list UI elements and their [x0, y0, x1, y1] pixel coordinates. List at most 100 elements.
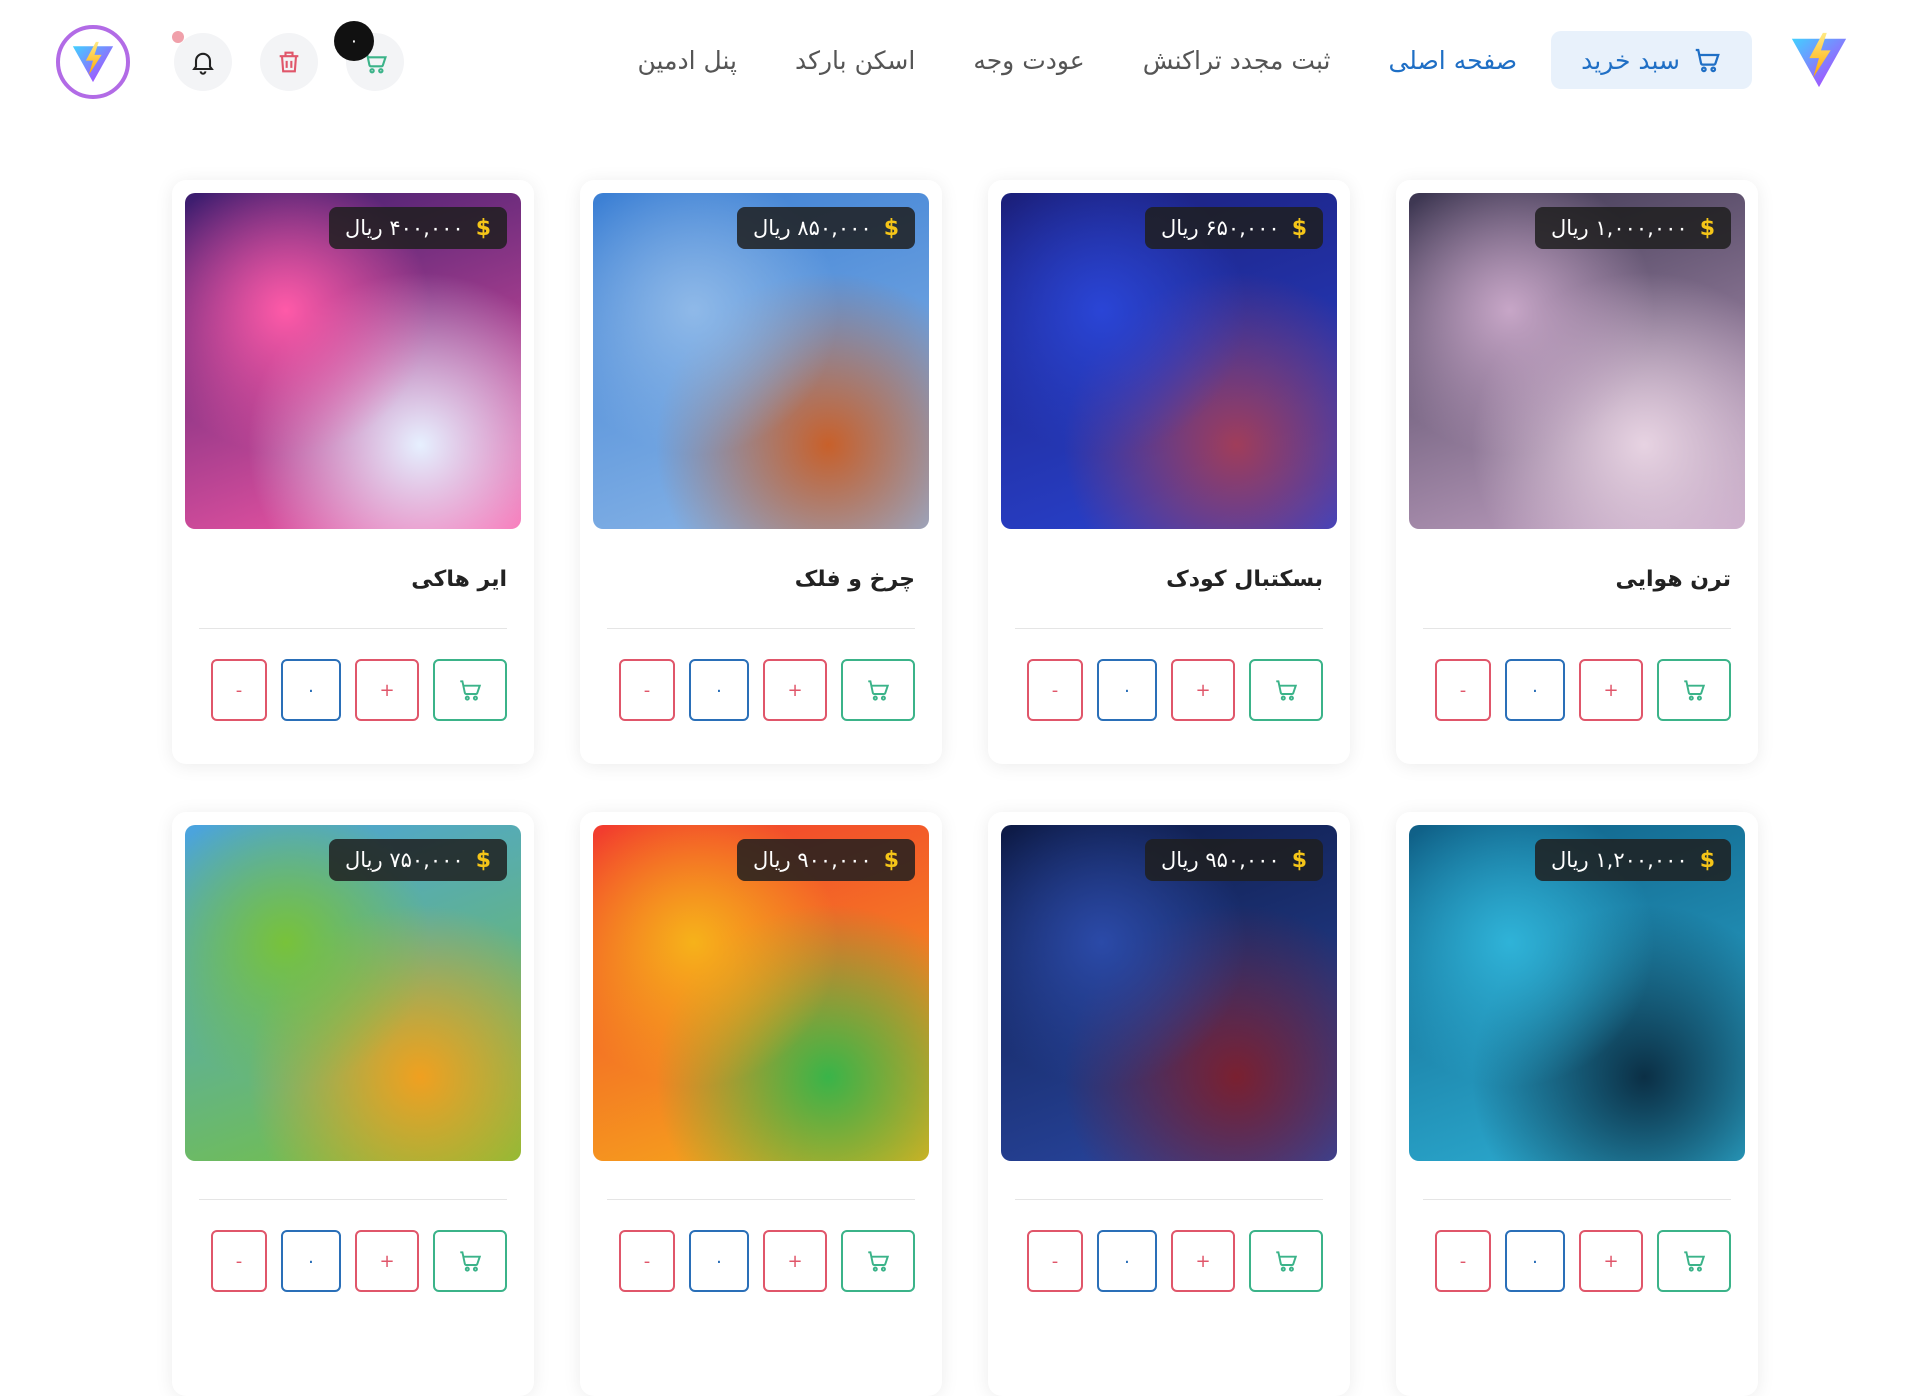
product-card: $۶۵۰,۰۰۰ ریال بسکتبال کودک +۰-	[988, 180, 1350, 764]
nav-link-refund[interactable]: عودت وجه	[973, 46, 1084, 75]
notifications-button[interactable]	[172, 31, 232, 91]
cart-icon	[1681, 1248, 1707, 1274]
cart-icon	[1681, 677, 1707, 703]
card-actions: +۰-	[593, 1230, 915, 1292]
product-image[interactable]: $۱,۲۰۰,۰۰۰ ریال	[1409, 825, 1745, 1161]
increase-quantity-button[interactable]: +	[763, 659, 827, 721]
mini-cart-button[interactable]: ۰	[334, 21, 404, 91]
product-name: ترن هوایی	[1615, 567, 1732, 592]
cart-count-badge: ۰	[334, 21, 374, 61]
product-price: ۷۵۰,۰۰۰ ریال	[345, 848, 464, 872]
product-card: $۷۵۰,۰۰۰ ریال +۰-	[172, 812, 534, 1396]
add-to-cart-button[interactable]	[433, 659, 507, 721]
price-badge: $۶۵۰,۰۰۰ ریال	[1145, 207, 1323, 249]
price-badge: $۹۰۰,۰۰۰ ریال	[737, 839, 915, 881]
price-badge: $۱,۰۰۰,۰۰۰ ریال	[1535, 207, 1731, 249]
add-to-cart-button[interactable]	[841, 1230, 915, 1292]
quantity-display: ۰	[689, 1230, 749, 1292]
product-card: $۴۰۰,۰۰۰ ریال ایر هاکی +۰-	[172, 180, 534, 764]
card-divider	[1015, 628, 1323, 629]
card-actions: +۰-	[185, 659, 507, 721]
product-image[interactable]: $۱,۰۰۰,۰۰۰ ریال	[1409, 193, 1745, 529]
product-card: $۹۰۰,۰۰۰ ریال +۰-	[580, 812, 942, 1396]
decrease-quantity-button[interactable]: -	[1435, 659, 1491, 721]
add-to-cart-button[interactable]	[841, 659, 915, 721]
card-divider	[1015, 1199, 1323, 1200]
product-card: $۱,۲۰۰,۰۰۰ ریال +۰-	[1396, 812, 1758, 1396]
increase-quantity-button[interactable]: +	[1171, 1230, 1235, 1292]
dollar-icon: $	[883, 847, 899, 873]
cart-icon	[457, 677, 483, 703]
cart-nav-button[interactable]: سبد خرید	[1551, 31, 1752, 89]
decrease-quantity-button[interactable]: -	[619, 659, 675, 721]
decrease-quantity-button[interactable]: -	[619, 1230, 675, 1292]
dollar-icon: $	[1291, 215, 1307, 241]
nav-link-retry-transaction[interactable]: ثبت مجدد تراکنش	[1143, 46, 1331, 75]
dollar-icon: $	[1699, 847, 1715, 873]
product-name: چرخ و فلک	[794, 567, 915, 592]
product-image[interactable]: $۶۵۰,۰۰۰ ریال	[1001, 193, 1337, 529]
product-grid: $۱,۰۰۰,۰۰۰ ریال ترن هوایی +۰- $۶۵۰,۰۰۰ ریال…	[168, 180, 1758, 1396]
product-image[interactable]: $۷۵۰,۰۰۰ ریال	[185, 825, 521, 1161]
card-divider	[607, 628, 915, 629]
add-to-cart-button[interactable]	[1657, 1230, 1731, 1292]
increase-quantity-button[interactable]: +	[1579, 1230, 1643, 1292]
nav-link-admin-panel[interactable]: پنل ادمین	[638, 46, 737, 75]
avatar-logo-icon	[72, 41, 114, 83]
card-divider	[1423, 1199, 1731, 1200]
clear-cart-button[interactable]	[260, 33, 318, 91]
product-image[interactable]: $۸۵۰,۰۰۰ ریال	[593, 193, 929, 529]
decrease-quantity-button[interactable]: -	[211, 1230, 267, 1292]
product-card: $۱,۰۰۰,۰۰۰ ریال ترن هوایی +۰-	[1396, 180, 1758, 764]
product-image[interactable]: $۹۵۰,۰۰۰ ریال	[1001, 825, 1337, 1161]
card-actions: +۰-	[1409, 1230, 1731, 1292]
cart-icon	[1273, 677, 1299, 703]
increase-quantity-button[interactable]: +	[1171, 659, 1235, 721]
dollar-icon: $	[1699, 215, 1715, 241]
product-price: ۱,۰۰۰,۰۰۰ ریال	[1551, 216, 1688, 240]
dollar-icon: $	[1291, 847, 1307, 873]
decrease-quantity-button[interactable]: -	[1027, 1230, 1083, 1292]
product-name: ایر هاکی	[411, 567, 507, 592]
price-badge: $۸۵۰,۰۰۰ ریال	[737, 207, 915, 249]
notification-dot	[172, 31, 184, 43]
product-image[interactable]: $۹۰۰,۰۰۰ ریال	[593, 825, 929, 1161]
cart-icon	[457, 1248, 483, 1274]
increase-quantity-button[interactable]: +	[763, 1230, 827, 1292]
product-image[interactable]: $۴۰۰,۰۰۰ ریال	[185, 193, 521, 529]
top-navbar: سبد خرید صفحه اصلی ثبت مجدد تراکنش عودت …	[0, 0, 1920, 120]
dollar-icon: $	[883, 215, 899, 241]
increase-quantity-button[interactable]: +	[355, 1230, 419, 1292]
card-divider	[199, 1199, 507, 1200]
quantity-display: ۰	[689, 659, 749, 721]
price-badge: $۹۵۰,۰۰۰ ریال	[1145, 839, 1323, 881]
decrease-quantity-button[interactable]: -	[211, 659, 267, 721]
bell-icon	[192, 52, 214, 75]
quantity-display: ۰	[281, 659, 341, 721]
add-to-cart-button[interactable]	[1657, 659, 1731, 721]
product-price: ۹۰۰,۰۰۰ ریال	[753, 848, 872, 872]
product-price: ۶۵۰,۰۰۰ ریال	[1161, 216, 1280, 240]
product-card: $۸۵۰,۰۰۰ ریال چرخ و فلک +۰-	[580, 180, 942, 764]
decrease-quantity-button[interactable]: -	[1435, 1230, 1491, 1292]
nav-link-barcode-scan[interactable]: اسکن بارکد	[795, 46, 915, 75]
product-price: ۱,۲۰۰,۰۰۰ ریال	[1551, 848, 1688, 872]
card-divider	[607, 1199, 915, 1200]
card-actions: +۰-	[185, 1230, 507, 1292]
nav-link-home[interactable]: صفحه اصلی	[1388, 46, 1517, 75]
brand-logo[interactable]	[1788, 29, 1850, 91]
increase-quantity-button[interactable]: +	[1579, 659, 1643, 721]
card-actions: +۰-	[593, 659, 915, 721]
price-badge: $۴۰۰,۰۰۰ ریال	[329, 207, 507, 249]
dollar-icon: $	[475, 215, 491, 241]
nav-left-group: ۰	[56, 21, 432, 100]
avatar[interactable]	[56, 25, 130, 99]
decrease-quantity-button[interactable]: -	[1027, 659, 1083, 721]
card-divider	[1423, 628, 1731, 629]
add-to-cart-button[interactable]	[1249, 1230, 1323, 1292]
add-to-cart-button[interactable]	[1249, 659, 1323, 721]
quantity-display: ۰	[1505, 659, 1565, 721]
cart-icon	[865, 1248, 891, 1274]
increase-quantity-button[interactable]: +	[355, 659, 419, 721]
add-to-cart-button[interactable]	[433, 1230, 507, 1292]
